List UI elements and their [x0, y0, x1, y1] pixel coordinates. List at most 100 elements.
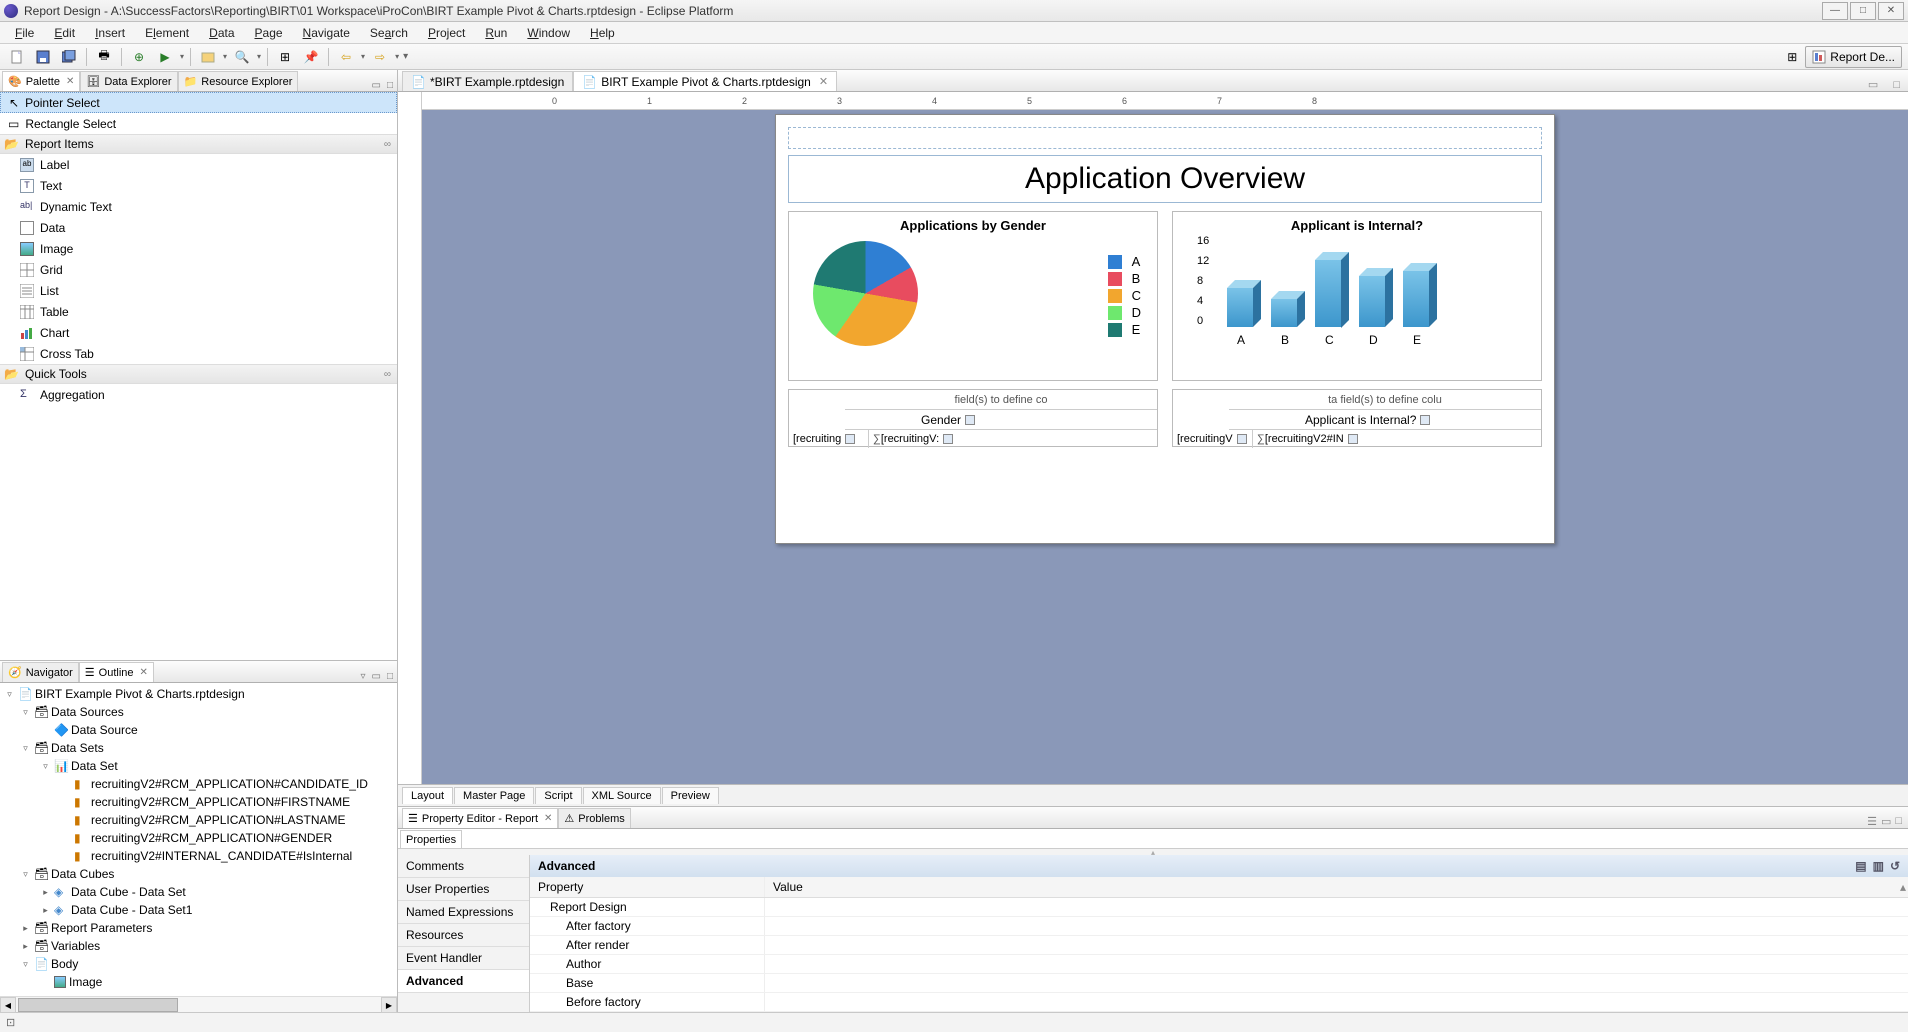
- pin-button[interactable]: 📌: [300, 46, 322, 68]
- tree-data-sets[interactable]: ▿🗃Data Sets: [0, 739, 397, 757]
- view-menu-icon[interactable]: ☰: [1867, 815, 1877, 828]
- palette-chart[interactable]: Chart: [0, 322, 397, 343]
- editor-tab-2[interactable]: 📄BIRT Example Pivot & Charts.rptdesign✕: [573, 71, 837, 91]
- minimize-button[interactable]: —: [1822, 2, 1848, 20]
- restore-defaults-icon[interactable]: ↺: [1890, 859, 1900, 873]
- cat-comments[interactable]: Comments: [398, 855, 529, 878]
- prop-row[interactable]: Before factory: [530, 993, 1908, 1012]
- prop-row[interactable]: After factory: [530, 917, 1908, 936]
- menu-element[interactable]: Element: [136, 24, 198, 42]
- close-icon[interactable]: ✕: [66, 76, 74, 87]
- tree-data-source[interactable]: 🔷Data Source: [0, 721, 397, 739]
- minimize-view-icon[interactable]: ▭: [1881, 815, 1891, 828]
- open-perspective-button[interactable]: ⊞: [1781, 46, 1803, 68]
- palette-text[interactable]: TText: [0, 175, 397, 196]
- scroll-right-icon[interactable]: ▶: [381, 997, 397, 1013]
- tab-property-editor[interactable]: ☰Property Editor - Report✕: [402, 808, 558, 828]
- close-icon[interactable]: ✕: [544, 813, 552, 824]
- menu-help[interactable]: Help: [581, 24, 624, 42]
- palette-crosstab[interactable]: Cross Tab: [0, 343, 397, 364]
- palette-image[interactable]: Image: [0, 238, 397, 259]
- outline-tree[interactable]: ▿📄BIRT Example Pivot & Charts.rptdesign …: [0, 683, 397, 996]
- view-menu-icon[interactable]: ▿: [360, 671, 365, 682]
- report-spacer-top[interactable]: [788, 127, 1542, 149]
- report-title-container[interactable]: Application Overview: [788, 155, 1542, 203]
- forward-button[interactable]: ⇨: [369, 46, 391, 68]
- tree-cube[interactable]: ▸◈Data Cube - Data Set1: [0, 901, 397, 919]
- crosstab-dim-icon[interactable]: [1420, 415, 1430, 425]
- palette-section-quick-tools[interactable]: 📂 Quick Tools ∞: [0, 364, 397, 384]
- maximize-button[interactable]: □: [1850, 2, 1876, 20]
- tree-col[interactable]: ▮recruitingV2#RCM_APPLICATION#CANDIDATE_…: [0, 775, 397, 793]
- tab-xml-source[interactable]: XML Source: [583, 787, 661, 804]
- tab-outline[interactable]: ☰Outline✕: [79, 662, 154, 682]
- palette-data[interactable]: Data: [0, 217, 397, 238]
- palette-pointer-select[interactable]: ↖ Pointer Select: [0, 92, 397, 113]
- maximize-view-icon[interactable]: □: [1893, 79, 1900, 91]
- tree-data-set[interactable]: ▿📊Data Set: [0, 757, 397, 775]
- pie-chart[interactable]: Applications by Gender A B C D E: [788, 211, 1158, 381]
- crosstab-row-icon[interactable]: [845, 434, 855, 444]
- tab-script[interactable]: Script: [535, 787, 581, 804]
- cat-advanced[interactable]: Advanced: [398, 970, 529, 993]
- tab-problems[interactable]: ⚠Problems: [558, 808, 630, 828]
- close-icon[interactable]: ✕: [140, 667, 148, 678]
- show-local-icon[interactable]: ▥: [1873, 859, 1884, 873]
- run-button[interactable]: ▶: [154, 46, 176, 68]
- crosstab-dim-icon[interactable]: [965, 415, 975, 425]
- crosstab-row-icon[interactable]: [1237, 434, 1247, 444]
- new-project-button[interactable]: [197, 46, 219, 68]
- menu-file[interactable]: File: [6, 24, 43, 42]
- menu-project[interactable]: Project: [419, 24, 474, 42]
- report-designer[interactable]: 012345678 Application Overview Applicati…: [398, 92, 1908, 784]
- outline-hscroll[interactable]: ◀ ▶: [0, 996, 397, 1012]
- menu-run[interactable]: Run: [476, 24, 516, 42]
- palette-rectangle-select[interactable]: ▭ Rectangle Select: [0, 113, 397, 134]
- maximize-view-icon[interactable]: □: [387, 80, 393, 91]
- palette-grid[interactable]: Grid: [0, 259, 397, 280]
- menu-page[interactable]: Page: [246, 24, 292, 42]
- tab-preview[interactable]: Preview: [662, 787, 719, 804]
- bar-chart[interactable]: Applicant is Internal? 16 12 8 4 0 A B C: [1172, 211, 1542, 381]
- tree-col[interactable]: ▮recruitingV2#RCM_APPLICATION#LASTNAME: [0, 811, 397, 829]
- tree-report-params[interactable]: ▸🗃Report Parameters: [0, 919, 397, 937]
- menu-search[interactable]: Search: [361, 24, 417, 42]
- menu-window[interactable]: Window: [518, 24, 579, 42]
- scroll-thumb[interactable]: [18, 998, 178, 1012]
- cat-resources[interactable]: Resources: [398, 924, 529, 947]
- tree-col[interactable]: ▮recruitingV2#RCM_APPLICATION#GENDER: [0, 829, 397, 847]
- property-table[interactable]: PropertyValue▴ Report Design After facto…: [530, 877, 1908, 1012]
- close-button[interactable]: ✕: [1878, 2, 1904, 20]
- save-button[interactable]: [32, 46, 54, 68]
- save-all-button[interactable]: [58, 46, 80, 68]
- crosstab-internal[interactable]: ta field(s) to define colu Applicant is …: [1172, 389, 1542, 447]
- report-page[interactable]: Application Overview Applications by Gen…: [775, 114, 1555, 544]
- perspective-report[interactable]: Report De...: [1805, 46, 1902, 68]
- palette-label[interactable]: abLabel: [0, 154, 397, 175]
- tab-master-page[interactable]: Master Page: [454, 787, 534, 804]
- subtab-properties[interactable]: Properties: [400, 830, 462, 848]
- menu-data[interactable]: Data: [200, 24, 243, 42]
- close-icon[interactable]: ✕: [819, 75, 828, 88]
- tree-image[interactable]: Image: [0, 973, 397, 991]
- menu-edit[interactable]: Edit: [45, 24, 84, 42]
- tree-col[interactable]: ▮recruitingV2#RCM_APPLICATION#FIRSTNAME: [0, 793, 397, 811]
- maximize-view-icon[interactable]: □: [387, 671, 393, 682]
- minimize-view-icon[interactable]: ▭: [372, 80, 381, 91]
- cat-user-properties[interactable]: User Properties: [398, 878, 529, 901]
- tab-palette[interactable]: 🎨 Palette ✕: [2, 71, 80, 91]
- pin-icon[interactable]: ∞: [384, 369, 397, 380]
- new-button[interactable]: [6, 46, 28, 68]
- palette-list[interactable]: List: [0, 280, 397, 301]
- expand-icon[interactable]: ▴: [1892, 877, 1908, 897]
- tree-body[interactable]: ▿📄Body: [0, 955, 397, 973]
- prop-row[interactable]: Author: [530, 955, 1908, 974]
- minimize-view-icon[interactable]: ▭: [1868, 78, 1878, 91]
- tab-resource-explorer[interactable]: 📁 Resource Explorer: [178, 71, 299, 91]
- report-title[interactable]: Application Overview: [793, 160, 1537, 198]
- prop-row[interactable]: After render: [530, 936, 1908, 955]
- crosstab-gender[interactable]: field(s) to define co Gender [recruiting…: [788, 389, 1158, 447]
- tree-col[interactable]: ▮recruitingV2#INTERNAL_CANDIDATE#IsInter…: [0, 847, 397, 865]
- cat-named-expressions[interactable]: Named Expressions: [398, 901, 529, 924]
- crosstab-measure-icon[interactable]: [943, 434, 953, 444]
